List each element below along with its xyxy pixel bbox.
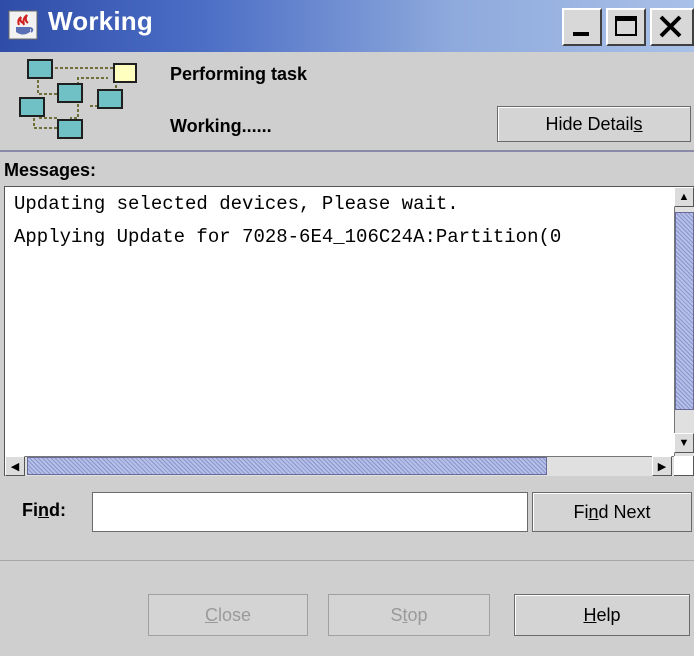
scroll-up-button[interactable]: ▲ xyxy=(674,187,694,207)
minimize-icon xyxy=(573,32,589,36)
close-window-button[interactable] xyxy=(650,8,694,46)
close-icon xyxy=(659,15,682,38)
scroll-left-button[interactable]: ◀ xyxy=(5,456,25,476)
task-label: Performing task xyxy=(170,64,308,84)
close-button[interactable]: Close xyxy=(148,594,308,636)
scroll-down-arrow-icon: ▼ xyxy=(678,437,690,449)
maximize-icon xyxy=(615,16,637,36)
message-line: Applying Update for 7028-6E4_106C24A:Par… xyxy=(14,226,562,248)
header-divider xyxy=(0,150,694,152)
hide-details-button[interactable]: Hide Detail s xyxy=(497,106,691,142)
messages-label: Messages: xyxy=(4,160,97,180)
scroll-left-arrow-icon: ◀ xyxy=(10,460,20,473)
stop-button[interactable]: St op xyxy=(328,594,490,636)
network-nodes-icon xyxy=(19,59,137,139)
find-input[interactable] xyxy=(92,492,528,532)
minimize-button[interactable] xyxy=(562,8,602,46)
maximize-button[interactable] xyxy=(606,8,646,46)
scroll-right-button[interactable]: ▶ xyxy=(652,456,672,476)
vertical-scroll-thumb[interactable] xyxy=(675,212,694,410)
scroll-up-arrow-icon: ▲ xyxy=(678,191,690,203)
find-label: Find: xyxy=(22,500,66,520)
horizontal-scroll-thumb[interactable] xyxy=(27,457,547,475)
java-app-icon xyxy=(8,10,38,40)
status-text: Working...... xyxy=(170,116,272,136)
scroll-right-arrow-icon: ▶ xyxy=(657,460,667,473)
footer-divider xyxy=(0,560,694,561)
message-line: Updating selected devices, Please wait. xyxy=(14,193,459,215)
find-next-button[interactable]: Fi n d Next xyxy=(532,492,692,532)
window-title: Working xyxy=(48,6,153,36)
help-button[interactable]: Help xyxy=(514,594,690,636)
scroll-down-button[interactable]: ▼ xyxy=(674,433,694,453)
